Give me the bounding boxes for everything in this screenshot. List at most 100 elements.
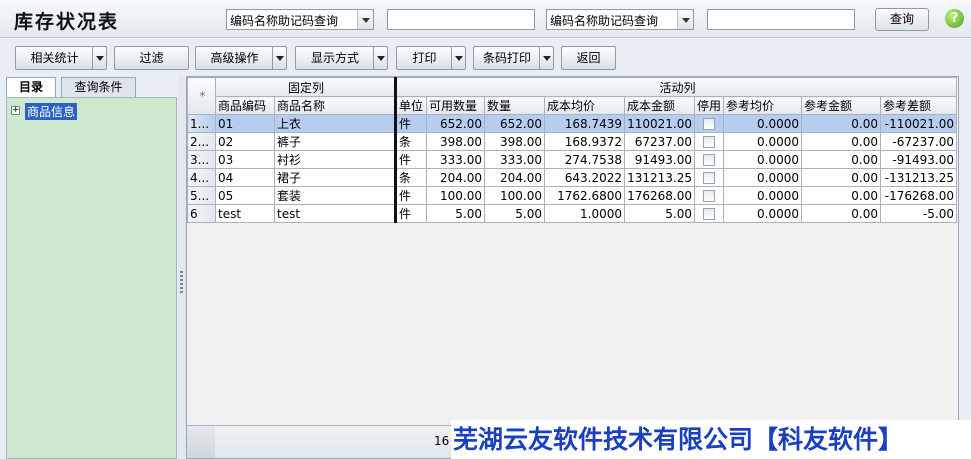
- cell-ref-diff[interactable]: -110021.00: [880, 114, 957, 133]
- chevron-down-icon[interactable]: [357, 10, 373, 29]
- chevron-down-icon[interactable]: [92, 47, 106, 69]
- disabled-checkbox[interactable]: [703, 118, 715, 130]
- cell-qty[interactable]: 333.00: [484, 150, 545, 169]
- cell-name[interactable]: 裙子: [274, 168, 396, 187]
- table-row[interactable]: 6 test test 件 5.00 5.00 1.0000 5.00 0.0000 0.00 -5…: [187, 204, 957, 223]
- cell-cost-amount[interactable]: 176268.00: [624, 186, 695, 205]
- cell-unit[interactable]: 条: [394, 132, 427, 151]
- cell-unit[interactable]: 件: [394, 204, 427, 223]
- cell-qty[interactable]: 204.00: [484, 168, 545, 187]
- panel-splitter[interactable]: [178, 76, 186, 459]
- cell-code[interactable]: 05: [215, 186, 275, 205]
- print-button[interactable]: 打印: [396, 46, 466, 70]
- cell-name[interactable]: 裤子: [274, 132, 396, 151]
- cell-cost-avg[interactable]: 1762.6800: [544, 186, 625, 205]
- related-stats-button[interactable]: 相关统计: [15, 46, 107, 70]
- disabled-checkbox[interactable]: [703, 172, 715, 184]
- cell-code[interactable]: 02: [215, 132, 275, 151]
- cell-disabled[interactable]: [694, 114, 724, 133]
- chevron-down-icon[interactable]: [451, 47, 465, 69]
- cell-ref-avg[interactable]: 0.0000: [723, 150, 802, 169]
- cell-cost-amount[interactable]: 91493.00: [624, 150, 695, 169]
- col-header-available-qty[interactable]: 可用数量: [426, 96, 485, 115]
- disabled-checkbox[interactable]: [703, 190, 715, 202]
- table-row[interactable]: 3... 03 衬衫件 333.00 333.00 274.7538 91493.00 0.0…: [187, 150, 957, 169]
- search-input-1[interactable]: [387, 9, 535, 30]
- barcode-print-button[interactable]: 条码打印: [473, 46, 554, 70]
- cell-code[interactable]: 03: [215, 150, 275, 169]
- col-header-code[interactable]: 商品编码: [215, 96, 275, 115]
- cell-name[interactable]: 上衣: [274, 114, 396, 133]
- col-header-ref-amount[interactable]: 参考金额: [801, 96, 881, 115]
- search-input-2[interactable]: [707, 9, 855, 30]
- cell-cost-avg[interactable]: 643.2022: [544, 168, 625, 187]
- cell-ref-amount[interactable]: 0.00: [801, 168, 881, 187]
- cell-cost-amount[interactable]: 5.00: [624, 204, 695, 223]
- cell-unit[interactable]: 件: [394, 150, 427, 169]
- col-header-cost-amount[interactable]: 成本金额: [624, 96, 695, 115]
- tree-node-label[interactable]: 商品信息: [25, 103, 78, 120]
- cell-cost-avg[interactable]: 168.9372: [544, 132, 625, 151]
- cell-available-qty[interactable]: 100.00: [426, 186, 485, 205]
- cell-ref-diff[interactable]: -91493.00: [880, 150, 957, 169]
- grip-icon[interactable]: [180, 271, 183, 293]
- cell-ref-diff[interactable]: -67237.00: [880, 132, 957, 151]
- cell-available-qty[interactable]: 204.00: [426, 168, 485, 187]
- cell-ref-diff[interactable]: -5.00: [880, 204, 957, 223]
- cell-ref-avg[interactable]: 0.0000: [723, 186, 802, 205]
- cell-ref-amount[interactable]: 0.00: [801, 186, 881, 205]
- col-header-disabled[interactable]: 停用: [694, 96, 724, 115]
- disabled-checkbox[interactable]: [703, 208, 715, 220]
- filter-button[interactable]: 过滤: [114, 46, 189, 70]
- cell-cost-amount[interactable]: 67237.00: [624, 132, 695, 151]
- row-header[interactable]: 1...: [187, 114, 216, 133]
- cell-name[interactable]: test: [274, 204, 396, 223]
- disabled-checkbox[interactable]: [703, 154, 715, 166]
- cell-ref-amount[interactable]: 0.00: [801, 114, 881, 133]
- cell-ref-amount[interactable]: 0.00: [801, 150, 881, 169]
- advanced-ops-button[interactable]: 高级操作: [195, 46, 287, 70]
- cell-disabled[interactable]: [694, 186, 724, 205]
- cell-available-qty[interactable]: 333.00: [426, 150, 485, 169]
- cell-code[interactable]: 04: [215, 168, 275, 187]
- cell-ref-amount[interactable]: 0.00: [801, 132, 881, 151]
- col-header-ref-avg[interactable]: 参考均价: [723, 96, 802, 115]
- cell-ref-avg[interactable]: 0.0000: [723, 204, 802, 223]
- chevron-down-icon[interactable]: [373, 47, 387, 69]
- cell-qty[interactable]: 5.00: [484, 204, 545, 223]
- cell-available-qty[interactable]: 398.00: [426, 132, 485, 151]
- cell-unit[interactable]: 条: [394, 168, 427, 187]
- cell-ref-diff[interactable]: -176268.00: [880, 186, 957, 205]
- table-row[interactable]: 1... 01 上衣件 652.00 652.00 168.7439 110021.00 0.…: [187, 114, 957, 133]
- table-row[interactable]: 4... 04 裙子条 204.00 204.00 643.2022 131213.25 0.…: [187, 168, 957, 187]
- table-row[interactable]: 5... 05 套装件 100.00 100.00 1762.6800 176268.00 0…: [187, 186, 957, 205]
- row-header[interactable]: 4...: [187, 168, 216, 187]
- cell-code[interactable]: test: [215, 204, 275, 223]
- table-row[interactable]: 2... 02 裤子条 398.00 398.00 168.9372 67237.00 0.0…: [187, 132, 957, 151]
- cell-cost-avg[interactable]: 274.7538: [544, 150, 625, 169]
- help-icon[interactable]: ?: [945, 9, 964, 28]
- cell-cost-amount[interactable]: 131213.25: [624, 168, 695, 187]
- expand-icon[interactable]: +: [11, 106, 20, 115]
- cell-unit[interactable]: 件: [394, 114, 427, 133]
- cell-available-qty[interactable]: 652.00: [426, 114, 485, 133]
- cell-code[interactable]: 01: [215, 114, 275, 133]
- search-field-combo-1[interactable]: 编码名称助记码查询: [226, 9, 374, 30]
- col-header-cost-avg[interactable]: 成本均价: [544, 96, 625, 115]
- col-header-ref-diff[interactable]: 参考差额: [880, 96, 957, 115]
- cell-available-qty[interactable]: 5.00: [426, 204, 485, 223]
- cell-disabled[interactable]: [694, 168, 724, 187]
- chevron-down-icon[interactable]: [539, 47, 553, 69]
- cell-ref-avg[interactable]: 0.0000: [723, 114, 802, 133]
- cell-disabled[interactable]: [694, 150, 724, 169]
- row-header[interactable]: 5...: [187, 186, 216, 205]
- cell-ref-amount[interactable]: 0.00: [801, 204, 881, 223]
- tab-catalog[interactable]: 目录: [6, 77, 56, 98]
- query-button[interactable]: 查询: [875, 8, 929, 31]
- cell-ref-avg[interactable]: 0.0000: [723, 132, 802, 151]
- col-header-qty[interactable]: 数量: [484, 96, 545, 115]
- cell-ref-diff[interactable]: -131213.25: [880, 168, 957, 187]
- tab-query-conditions[interactable]: 查询条件: [61, 77, 136, 97]
- cell-ref-avg[interactable]: 0.0000: [723, 168, 802, 187]
- cell-disabled[interactable]: [694, 132, 724, 151]
